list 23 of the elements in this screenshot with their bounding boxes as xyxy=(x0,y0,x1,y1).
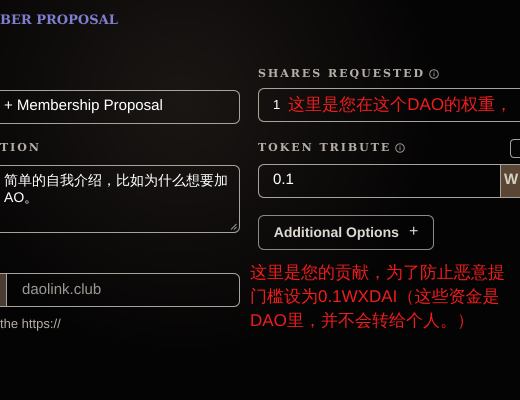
field-label: TOKEN TRIBUTE xyxy=(258,140,392,156)
resize-handle-icon[interactable] xyxy=(230,223,237,230)
field-text: 简单的自我介绍，比如为什么想要加 xyxy=(4,172,228,189)
annotation-text: 门槛设为0.1WXDAI（这些资金是 xyxy=(250,286,500,308)
page-title: BER PROPOSAL xyxy=(0,12,118,30)
annotation-text: 这里是您在这个DAO的权重， xyxy=(288,94,512,114)
info-icon xyxy=(429,69,439,80)
shares-field[interactable]: 1 这里是您在这个DAO的权重， xyxy=(258,88,520,122)
plus-icon: + xyxy=(408,220,418,244)
field-text: AO。 xyxy=(4,189,38,206)
description-field[interactable]: 简单的自我介绍，比如为什么想要加 AO。 xyxy=(0,165,240,233)
url-input[interactable]: daolink.club xyxy=(7,274,239,306)
partial-button[interactable] xyxy=(510,138,520,158)
annotation-text: DAO里，并不会转给个人。） xyxy=(250,310,474,332)
info-icon xyxy=(395,143,406,153)
url-prefix-addon xyxy=(0,273,6,307)
field-label: SHARES REQUESTED xyxy=(258,66,425,82)
field-hint: the https:// xyxy=(0,315,61,333)
field-label: TION xyxy=(0,140,41,156)
annotation-text: 这里是您的贡献，为了防止恶意提 xyxy=(250,262,505,284)
additional-options-button[interactable]: Additional Options + xyxy=(258,214,434,250)
title-field[interactable]: + Membership Proposal xyxy=(0,90,240,124)
field-text: 1 xyxy=(273,96,280,114)
